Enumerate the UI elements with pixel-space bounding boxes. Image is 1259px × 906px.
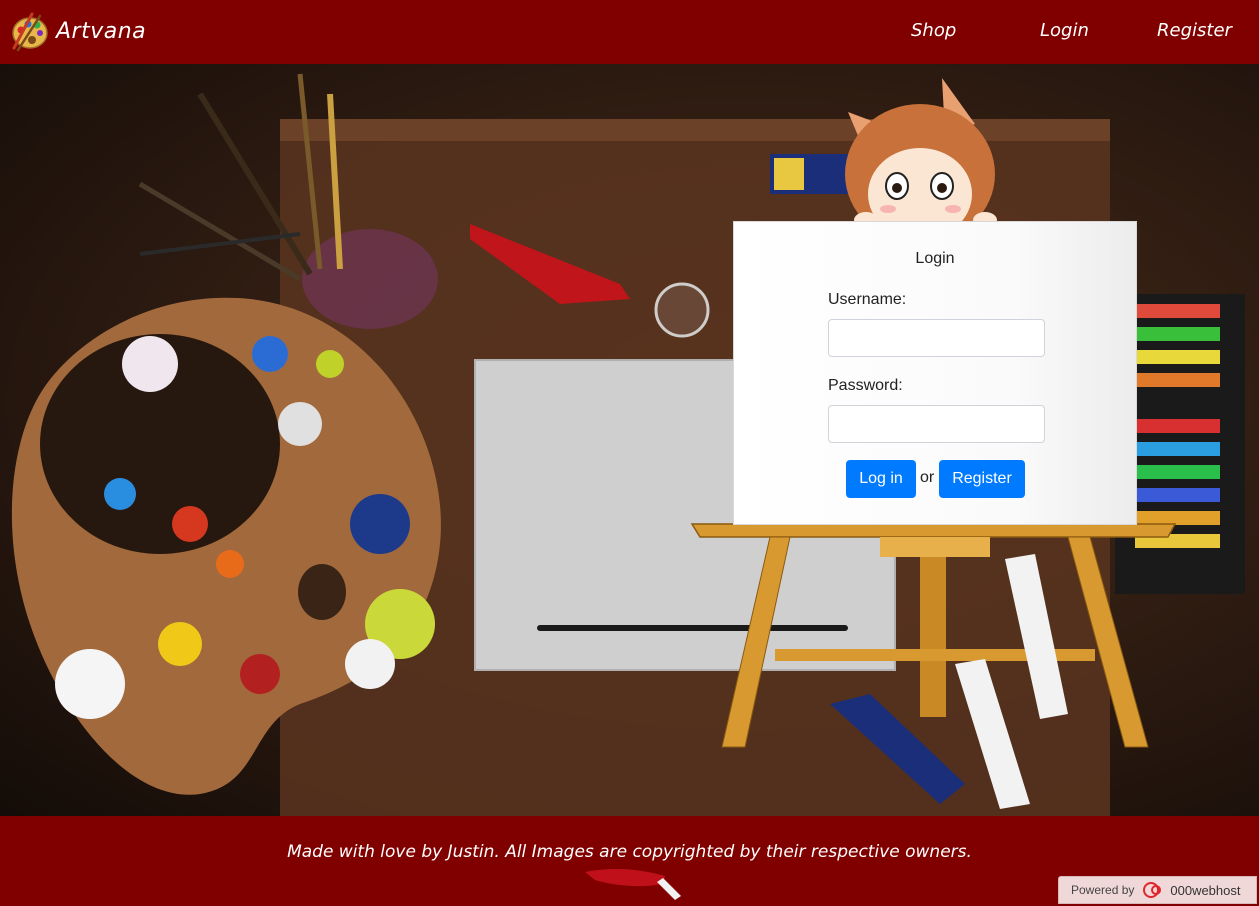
mascot-character: [845, 78, 997, 244]
brand-name: Artvana: [56, 18, 147, 44]
paintbrush-stroke-icon: [585, 869, 681, 900]
nav-register[interactable]: Register: [1157, 20, 1232, 41]
username-field[interactable]: [828, 319, 1045, 357]
nav-login[interactable]: Login: [1040, 20, 1089, 41]
password-field[interactable]: [828, 405, 1045, 443]
password-label: Password:: [828, 377, 903, 394]
powered-by-badge[interactable]: Powered by 000webhost: [1058, 876, 1257, 904]
login-title: Login: [915, 250, 955, 267]
navbar: Artvana Shop Login Register: [0, 0, 1259, 64]
login-button[interactable]: Log in: [846, 460, 916, 498]
username-label: Username:: [828, 291, 907, 308]
000webhost-icon: [1143, 882, 1162, 898]
or-separator: or: [920, 469, 935, 486]
hero-background: Login Username: Password: Log in or Regi…: [0, 64, 1259, 816]
palette-icon: [12, 12, 48, 52]
nav-shop[interactable]: Shop: [911, 20, 956, 41]
brand-link[interactable]: Artvana: [10, 10, 146, 52]
powered-by-text: Powered by: [1071, 883, 1135, 897]
register-button[interactable]: Register: [939, 460, 1025, 498]
host-name: 000webhost: [1170, 882, 1241, 898]
footer-credit: Made with love by Justin. All Images are…: [287, 842, 972, 862]
login-card: Login Username: Password: Log in or Regi…: [733, 221, 1137, 525]
